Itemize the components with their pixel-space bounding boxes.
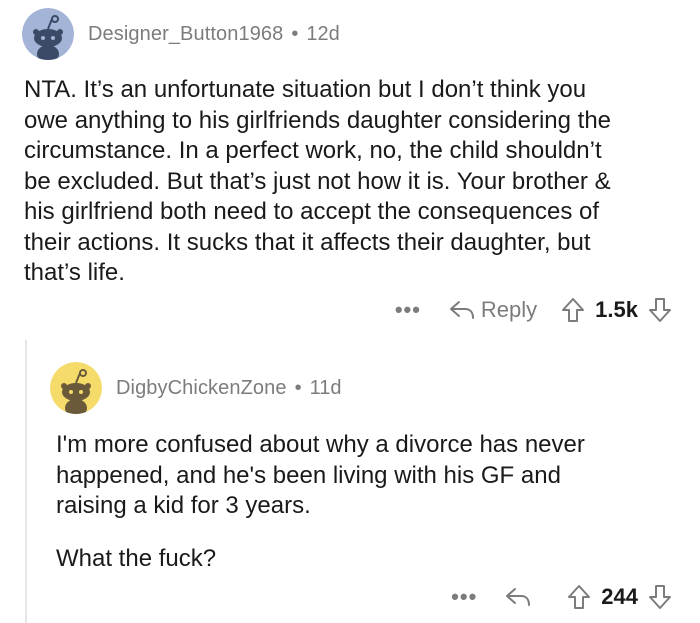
vote-score: 244 bbox=[601, 584, 638, 609]
comment-line: What the fuck? bbox=[56, 544, 217, 572]
snoo-avatar-icon bbox=[22, 8, 74, 60]
avatar[interactable] bbox=[22, 8, 74, 60]
separator-dot: • bbox=[294, 376, 302, 399]
separator-dot: • bbox=[291, 22, 299, 45]
comment-line: I'm more confused about why a divorce ha… bbox=[56, 431, 585, 458]
comment-header: DigbyChickenZone • 11d bbox=[50, 362, 341, 414]
comment-actions: ••• 244 bbox=[451, 580, 672, 614]
thread-line[interactable] bbox=[25, 340, 27, 623]
comment-line: owe anything to his girlfriends daughter… bbox=[24, 106, 612, 134]
vote-controls: 1.5k bbox=[561, 297, 672, 323]
comment-header: Designer_Button1968 • 12d bbox=[22, 8, 340, 60]
username[interactable]: Designer_Button1968 bbox=[88, 23, 283, 46]
comment-age: 11d bbox=[309, 376, 342, 399]
upvote-arrow-icon[interactable] bbox=[561, 297, 585, 323]
comment-line: their actions. It sucks that it affects … bbox=[24, 228, 591, 256]
snoo-avatar-icon bbox=[50, 362, 102, 414]
comment-actions: ••• Reply 1.5k bbox=[395, 293, 672, 327]
comment-body: I'm more confused about why a divorce ha… bbox=[56, 430, 676, 574]
comment-line bbox=[56, 522, 676, 544]
comment-line: happened, and he's been living with his … bbox=[56, 461, 561, 489]
more-options-button[interactable]: ••• bbox=[451, 586, 477, 608]
vote-controls: 244 bbox=[567, 584, 672, 610]
comment-age: 12d bbox=[306, 22, 340, 45]
username[interactable]: DigbyChickenZone bbox=[116, 377, 287, 400]
reply-arrow-icon bbox=[505, 586, 531, 608]
comment-line: circumstance. In a perfect work, no, the… bbox=[24, 137, 602, 164]
more-options-button[interactable]: ••• bbox=[395, 299, 421, 321]
avatar[interactable] bbox=[50, 362, 102, 414]
reply-button[interactable]: Reply bbox=[449, 297, 537, 323]
comment-line: be excluded. But that’s just not how it … bbox=[24, 167, 611, 195]
reply-label: Reply bbox=[480, 297, 538, 322]
reply-arrow-icon bbox=[449, 299, 475, 321]
comment-line: that’s life. bbox=[24, 259, 125, 286]
comment-line: NTA. It’s an unfortunate situation but I… bbox=[24, 76, 587, 103]
reply-button[interactable] bbox=[505, 586, 531, 608]
comment-line: raising a kid for 3 years. bbox=[56, 492, 311, 519]
downvote-arrow-icon[interactable] bbox=[648, 297, 672, 323]
downvote-arrow-icon[interactable] bbox=[648, 584, 672, 610]
upvote-arrow-icon[interactable] bbox=[567, 584, 591, 610]
vote-score: 1.5k bbox=[595, 297, 638, 322]
comment-line: his girlfriend both need to accept the c… bbox=[24, 198, 600, 225]
comment-body: NTA. It’s an unfortunate situation but I… bbox=[24, 75, 684, 289]
